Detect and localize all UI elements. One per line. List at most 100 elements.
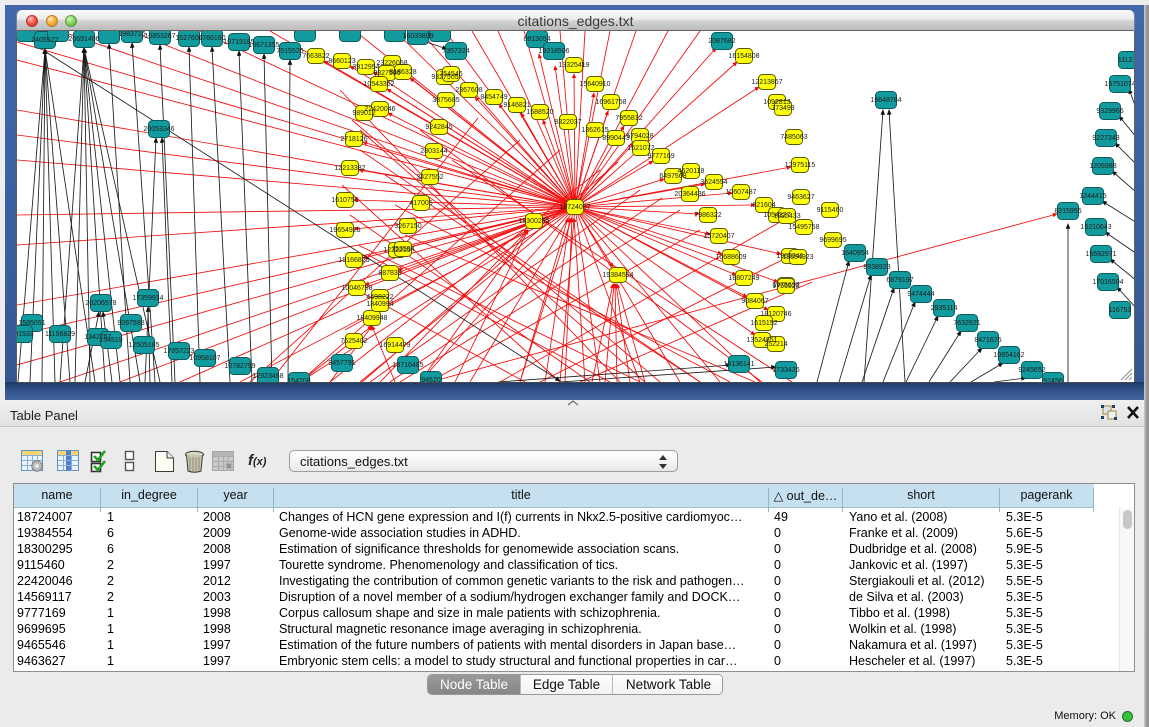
svg-text:10543362: 10543362 — [363, 81, 394, 88]
svg-text:12975115: 12975115 — [785, 162, 816, 169]
svg-text:18300295: 18300295 — [518, 218, 549, 225]
svg-text:2718126: 2718126 — [340, 136, 367, 143]
svg-text:1209388: 1209388 — [1089, 163, 1116, 170]
svg-text:9097588: 9097588 — [117, 320, 144, 327]
svg-text:1733426: 1733426 — [772, 367, 799, 374]
svg-text:4498222: 4498222 — [366, 294, 393, 301]
svg-text:8471676: 8471676 — [974, 337, 1001, 344]
svg-text:10782759: 10782759 — [224, 363, 255, 370]
svg-text:1640954: 1640954 — [841, 250, 868, 257]
svg-text:9329966: 9329966 — [1096, 108, 1123, 115]
svg-text:13716485: 13716485 — [392, 362, 423, 369]
svg-text:23226058: 23226058 — [376, 60, 407, 67]
svg-text:9457791: 9457791 — [328, 360, 355, 367]
svg-text:15692971: 15692971 — [1085, 251, 1116, 258]
svg-text:111213: 111213 — [1118, 57, 1134, 64]
svg-text:19218506: 19218506 — [538, 48, 569, 55]
svg-text:6766160: 6766160 — [198, 35, 225, 42]
svg-text:7515526: 7515526 — [276, 48, 303, 55]
svg-text:1244415: 1244415 — [1079, 193, 1106, 200]
svg-text:19384554: 19384554 — [602, 272, 633, 279]
svg-text:9115460: 9115460 — [817, 207, 844, 214]
svg-text:18120746: 18120746 — [760, 311, 791, 318]
svg-text:17359934: 17359934 — [132, 295, 163, 302]
svg-text:9084067: 9084067 — [741, 298, 768, 305]
svg-text:753594: 753594 — [391, 246, 414, 253]
svg-text:7955812: 7955812 — [615, 115, 642, 122]
svg-text:1588520: 1588520 — [526, 109, 553, 116]
svg-text:1983716: 1983716 — [118, 31, 145, 38]
svg-text:9245652: 9245652 — [1018, 367, 1045, 374]
svg-text:20691406: 20691406 — [68, 36, 99, 43]
svg-text:9463627: 9463627 — [787, 194, 814, 201]
svg-text:94620: 94620 — [421, 377, 441, 382]
svg-text:16648784: 16648784 — [870, 97, 901, 104]
svg-text:13325419: 13325419 — [558, 62, 589, 69]
svg-text:2087682: 2087682 — [708, 38, 735, 45]
svg-text:16033809: 16033809 — [402, 33, 433, 40]
svg-text:621604: 621604 — [752, 202, 775, 209]
svg-text:12923468: 12923468 — [252, 373, 283, 380]
svg-text:116753: 116753 — [1109, 307, 1132, 314]
svg-text:20053346: 20053346 — [143, 126, 174, 133]
svg-text:9227343: 9227343 — [1092, 135, 1119, 142]
svg-text:7625402: 7625402 — [340, 338, 367, 345]
svg-text:3427552: 3427552 — [416, 174, 443, 181]
svg-text:20206578: 20206578 — [85, 300, 116, 307]
svg-text:10654162: 10654162 — [993, 352, 1024, 359]
svg-text:12505185: 12505185 — [128, 342, 159, 349]
svg-text:16210643: 16210643 — [1080, 224, 1111, 231]
svg-text:887833: 887833 — [378, 270, 401, 277]
svg-text:18807249: 18807249 — [728, 275, 759, 282]
svg-text:754546: 754546 — [439, 71, 462, 78]
svg-text:10688609: 10688609 — [715, 254, 746, 261]
svg-text:10607487: 10607487 — [725, 189, 756, 196]
svg-text:1840994: 1840994 — [366, 301, 393, 308]
svg-text:12213382: 12213382 — [334, 165, 365, 172]
svg-text:7357224: 7357224 — [442, 48, 469, 55]
svg-text:1621072: 1621072 — [627, 145, 654, 152]
svg-text:989012: 989012 — [352, 110, 375, 117]
svg-text:8215955: 8215955 — [1054, 208, 1081, 215]
svg-text:17857223: 17857223 — [163, 348, 194, 355]
svg-text:6794028: 6794028 — [626, 133, 653, 140]
svg-text:19654925: 19654925 — [329, 227, 360, 234]
svg-text:15751074: 15751074 — [1104, 81, 1134, 88]
svg-text:2803144: 2803144 — [420, 148, 447, 155]
svg-text:12213867: 12213867 — [751, 79, 782, 86]
svg-text:16154808: 16154808 — [728, 53, 759, 60]
svg-text:18724007: 18724007 — [559, 204, 590, 211]
svg-text:9242845: 9242845 — [425, 124, 452, 131]
svg-text:1610755: 1610755 — [331, 197, 358, 204]
svg-text:18409948: 18409948 — [356, 315, 387, 322]
svg-text:14136141: 14136141 — [723, 361, 754, 368]
svg-text:7632621: 7632621 — [953, 320, 980, 327]
svg-text:3267150: 3267150 — [394, 223, 421, 230]
svg-text:11156829: 11156829 — [45, 331, 75, 338]
svg-text:7986322: 7986322 — [694, 212, 721, 219]
svg-text:1585051: 1585051 — [18, 320, 45, 327]
svg-text:8322037: 8322037 — [554, 119, 581, 126]
svg-text:773493: 773493 — [771, 105, 794, 112]
svg-text:9699695: 9699695 — [819, 237, 846, 244]
svg-text:8813054: 8813054 — [523, 36, 550, 43]
svg-text:17016504: 17016504 — [1092, 279, 1123, 286]
svg-text:15640910: 15640910 — [579, 81, 610, 88]
svg-text:154519: 154519 — [99, 337, 122, 344]
svg-text:10671355: 10671355 — [248, 42, 279, 49]
svg-text:7663822: 7663822 — [302, 53, 329, 60]
svg-text:8454749: 8454749 — [480, 94, 507, 101]
svg-text:9474444: 9474444 — [907, 291, 934, 298]
svg-text:252214: 252214 — [764, 341, 787, 348]
svg-text:391533: 391533 — [17, 331, 34, 338]
svg-text:19166825: 19166825 — [338, 257, 369, 264]
svg-text:3875685: 3875685 — [432, 97, 459, 104]
svg-text:9146821: 9146821 — [503, 102, 530, 109]
svg-text:1025433: 1025433 — [773, 213, 800, 220]
svg-text:2935114: 2935114 — [931, 305, 958, 312]
svg-text:9756928: 9756928 — [772, 283, 799, 290]
svg-text:1362615: 1362615 — [581, 127, 608, 134]
svg-text:16914479: 16914479 — [379, 342, 410, 349]
svg-text:7485063: 7485063 — [780, 134, 807, 141]
svg-text:92456: 92456 — [1043, 378, 1063, 382]
